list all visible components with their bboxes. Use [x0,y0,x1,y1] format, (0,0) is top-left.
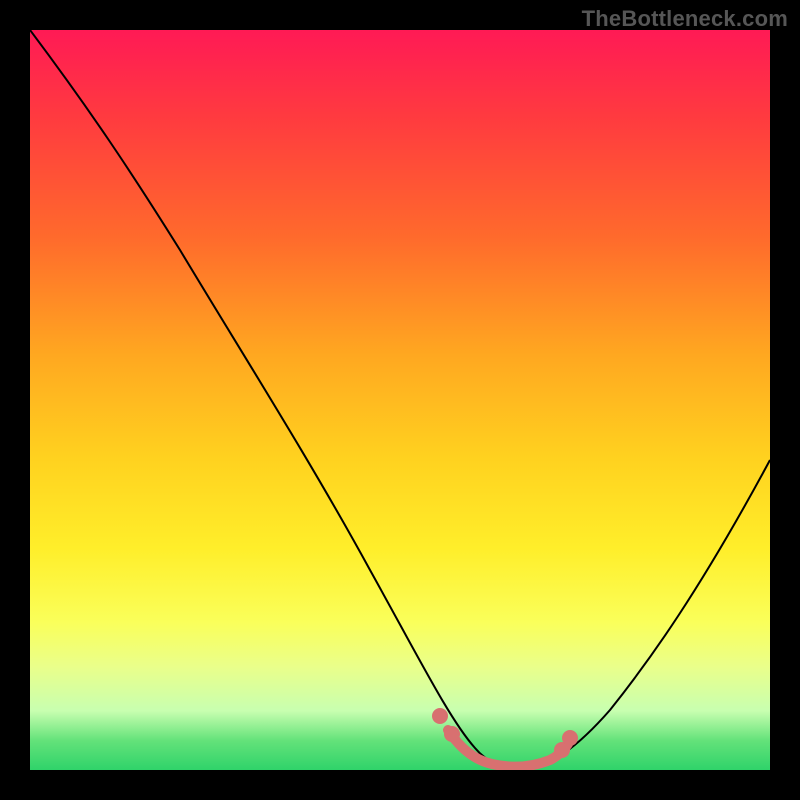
bottleneck-curve [30,30,770,768]
highlight-dot [562,730,578,746]
curve-svg [30,30,770,770]
highlight-dot [432,708,448,724]
watermark-text: TheBottleneck.com [582,6,788,32]
plot-area [30,30,770,770]
highlight-dot [444,726,460,742]
chart-frame: TheBottleneck.com [0,0,800,800]
